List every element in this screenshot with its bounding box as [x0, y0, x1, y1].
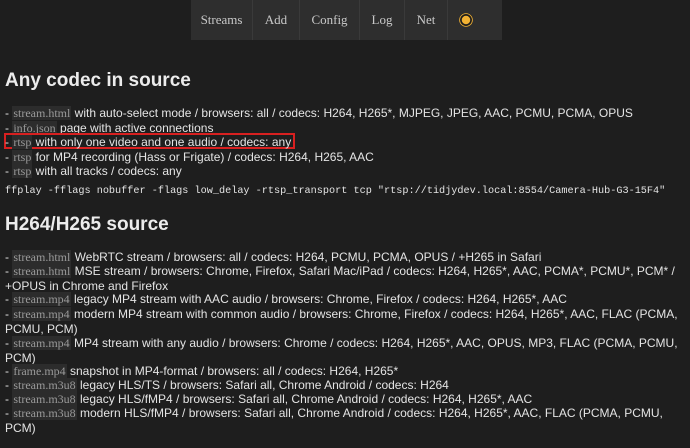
list-item: - frame.mp4 snapshot in MP4-format / bro… [5, 364, 398, 379]
stream-mp4-link[interactable]: stream.mp4 [12, 292, 71, 306]
nav-streams-label: Streams [200, 12, 243, 27]
nav-add[interactable]: Add [252, 0, 299, 40]
nav-config[interactable]: Config [299, 0, 359, 40]
list-item-text: modern HLS/fMP4 / browsers: Safari all, … [5, 406, 663, 435]
list-item: - rtsp for MP4 recording (Hass or Frigat… [5, 150, 374, 165]
list-item-text: modern MP4 stream with common audio / br… [5, 307, 678, 336]
stream-m3u8-link[interactable]: stream.m3u8 [12, 406, 77, 420]
stream-mp4-link[interactable]: stream.mp4 [12, 307, 71, 321]
nav-log-label: Log [371, 12, 393, 27]
page: Streams Add Config Log Net Any codec in … [0, 0, 690, 448]
stream-m3u8-link[interactable]: stream.m3u8 [12, 392, 77, 406]
stream-html-link[interactable]: stream.html [12, 250, 72, 264]
rtsp-link[interactable]: rtsp [12, 150, 33, 164]
list-item-text: snapshot in MP4-format / browsers: all /… [66, 364, 399, 378]
list-item: - stream.html with auto-select mode / br… [5, 106, 633, 121]
nav-net-label: Net [416, 12, 436, 27]
ffplay-command: ffplay -fflags nobuffer -flags low_delay… [5, 186, 666, 197]
list-item-text: with all tracks / codecs: any [32, 164, 182, 178]
list-item-text: with auto-select mode / browsers: all / … [71, 106, 633, 120]
list-item-text: MSE stream / browsers: Chrome, Firefox, … [5, 264, 675, 293]
stream-mp4-link[interactable]: stream.mp4 [12, 336, 71, 350]
list-item: - stream.m3u8 modern HLS/fMP4 / browsers… [5, 406, 685, 436]
rtsp-link[interactable]: rtsp [12, 135, 33, 149]
list-item-text: legacy HLS/TS / browsers: Safari all, Ch… [76, 378, 449, 392]
list-item-text: WebRTC stream / browsers: all / codecs: … [71, 250, 542, 264]
list-item-text: for MP4 recording (Hass or Frigate) / co… [32, 150, 374, 164]
stream-html-link[interactable]: stream.html [12, 106, 72, 120]
list-item-text: legacy MP4 stream with AAC audio / brows… [70, 292, 567, 306]
nav-streams[interactable]: Streams [191, 0, 252, 40]
frame-mp4-link[interactable]: frame.mp4 [12, 364, 67, 378]
list-item-text: legacy HLS/fMP4 / browsers: Safari all, … [76, 392, 533, 406]
nav-config-label: Config [311, 12, 348, 27]
nav-add-label: Add [264, 12, 288, 27]
list-item: - stream.m3u8 legacy HLS/TS / browsers: … [5, 378, 449, 393]
list-item-text: with only one video and one audio / code… [32, 135, 292, 149]
nav-net[interactable]: Net [404, 0, 447, 40]
section-title-any-codec: Any codec in source [5, 70, 191, 91]
sun-icon [461, 15, 471, 25]
list-item: - stream.m3u8 legacy HLS/fMP4 / browsers… [5, 392, 532, 407]
nav-log[interactable]: Log [359, 0, 404, 40]
list-item: - rtsp with all tracks / codecs: any [5, 164, 182, 179]
rtsp-link[interactable]: rtsp [12, 164, 33, 178]
list-item: - rtsp with only one video and one audio… [5, 135, 291, 150]
section-title-h264-h265: H264/H265 source [5, 214, 169, 235]
list-item: - stream.html WebRTC stream / browsers: … [5, 250, 541, 265]
list-item: - stream.mp4 MP4 stream with any audio /… [5, 336, 685, 366]
theme-toggle[interactable] [447, 0, 484, 40]
list-item-text: MP4 stream with any audio / browsers: Ch… [5, 336, 678, 365]
list-item: - stream.html MSE stream / browsers: Chr… [5, 264, 685, 294]
list-item: - stream.mp4 legacy MP4 stream with AAC … [5, 292, 567, 307]
stream-html-link[interactable]: stream.html [12, 264, 72, 278]
stream-m3u8-link[interactable]: stream.m3u8 [12, 378, 77, 392]
list-item: - stream.mp4 modern MP4 stream with comm… [5, 307, 685, 337]
top-nav: Streams Add Config Log Net [191, 0, 502, 40]
